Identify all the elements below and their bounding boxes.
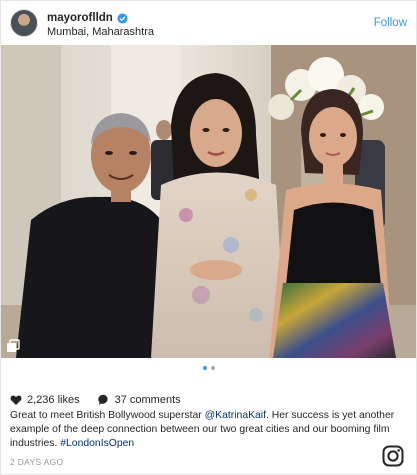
instagram-logo-icon[interactable]	[382, 445, 404, 467]
post-photo[interactable]	[1, 45, 416, 358]
likes-count[interactable]: 2,236 likes	[27, 394, 80, 406]
username-row: mayoroflldn	[47, 11, 128, 25]
comment-bubble-icon[interactable]	[97, 394, 110, 406]
post-caption: Great to meet British Bollywood supersta…	[10, 409, 410, 451]
verified-badge-icon	[117, 12, 128, 24]
post-timestamp[interactable]: 2 DAYS AGO	[10, 457, 63, 467]
post-header: mayoroflldn Mumbai, Maharashtra Follow	[1, 1, 416, 45]
avatar[interactable]	[10, 9, 38, 37]
multiple-photos-icon	[7, 339, 20, 352]
hashtag-link[interactable]: #LondonIsOpen	[60, 438, 134, 449]
carousel-indicator	[1, 366, 416, 372]
username-link[interactable]: mayoroflldn	[47, 12, 113, 24]
comments-count[interactable]: 37 comments	[115, 394, 181, 406]
engagement-stats: 2,236 likes 37 comments	[10, 393, 181, 407]
carousel-dot-active[interactable]	[202, 366, 207, 370]
follow-button[interactable]: Follow	[374, 17, 407, 29]
heart-icon[interactable]	[10, 394, 22, 406]
location-link[interactable]: Mumbai, Maharashtra	[47, 26, 154, 38]
instagram-post-card: mayoroflldn Mumbai, Maharashtra Follow 2…	[0, 0, 417, 475]
photo-illustration	[1, 45, 416, 358]
mention-link[interactable]: @KatrinaKaif	[205, 410, 266, 421]
carousel-dot[interactable]	[210, 366, 215, 370]
caption-text-start: Great to meet British Bollywood supersta…	[10, 410, 205, 421]
